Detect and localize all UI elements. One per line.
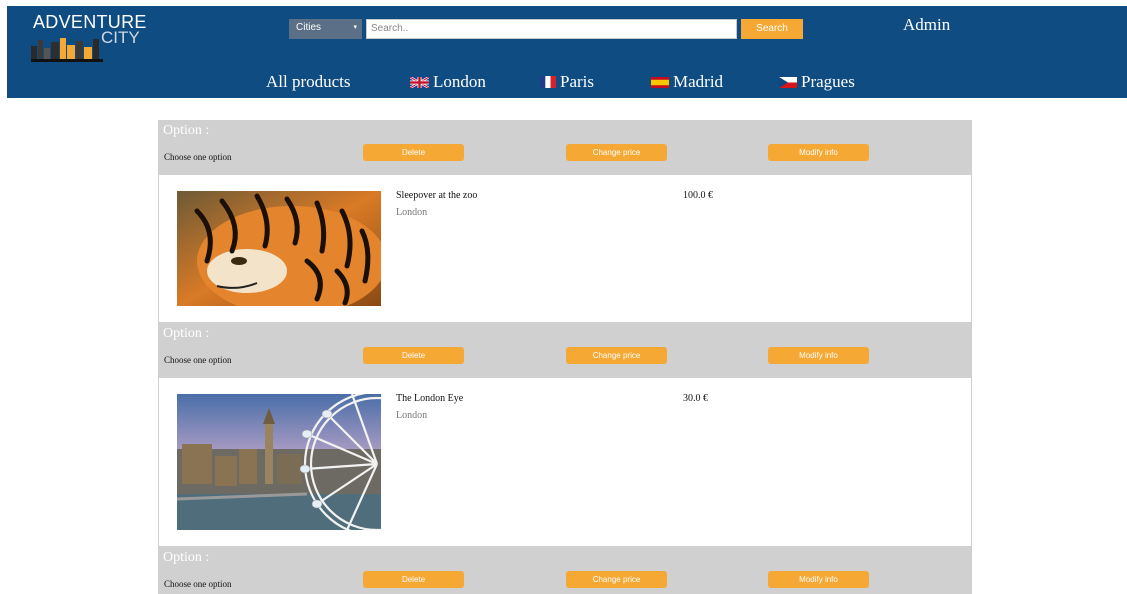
option-subtitle: Choose one option [164, 152, 232, 162]
option-subtitle: Choose one option [164, 579, 232, 589]
nav-item-london[interactable]: London [409, 72, 486, 92]
change-price-button[interactable]: Change price [566, 144, 667, 161]
option-subtitle: Choose one option [164, 355, 232, 365]
city-select-value: Cities [296, 22, 322, 33]
city-select[interactable]: Cities ▾ [289, 19, 362, 39]
option-title: Option : [163, 123, 210, 138]
product-price: 30.0 € [683, 393, 708, 404]
option-bar: Option : Choose one option Delete Change… [158, 120, 972, 175]
uk-flag-icon [409, 75, 430, 90]
product-card: The London Eye London 30.0 € [159, 378, 971, 546]
nav-item-label: Paris [560, 72, 594, 91]
delete-button[interactable]: Delete [363, 347, 464, 364]
product-price: 100.0 € [683, 190, 713, 201]
top-header: ADVENTURE CITY Cities ▾ Search.. Search … [7, 6, 1127, 98]
nav-item-label: Pragues [801, 72, 855, 91]
nav-item-all-products[interactable]: All products [266, 72, 351, 92]
option-bar: Option : Choose one option Delete Change… [158, 547, 972, 594]
nav-item-label: Madrid [673, 72, 724, 91]
city-skyline-logo-icon [31, 38, 103, 62]
modify-info-button[interactable]: Modify info [768, 347, 869, 364]
search-input-placeholder: Search.. [371, 23, 409, 34]
search-button[interactable]: Search [741, 19, 803, 39]
option-title: Option : [163, 550, 210, 565]
nav-item-label: London [433, 72, 486, 91]
product-name[interactable]: The London Eye [396, 393, 463, 404]
logo-text-city: CITY [101, 28, 140, 47]
spain-flag-icon [651, 77, 669, 88]
nav-item-madrid[interactable]: Madrid [651, 72, 723, 92]
product-city: London [396, 207, 428, 218]
modify-info-button[interactable]: Modify info [768, 144, 869, 161]
change-price-button[interactable]: Change price [566, 571, 667, 588]
option-bar: Option : Choose one option Delete Change… [158, 323, 972, 378]
modify-info-button[interactable]: Modify info [768, 571, 869, 588]
delete-button[interactable]: Delete [363, 144, 464, 161]
tiger-photo[interactable] [177, 191, 381, 306]
nav-item-label: All products [266, 72, 351, 91]
product-list: Option : Choose one option Delete Change… [158, 120, 972, 594]
search-input[interactable]: Search.. [366, 19, 737, 39]
chevron-down-icon: ▾ [353, 24, 357, 31]
czech-flag-icon [779, 77, 797, 88]
option-title: Option : [163, 326, 210, 341]
nav-item-pragues[interactable]: Pragues [779, 72, 855, 92]
product-card: Sleepover at the zoo London 100.0 € [159, 175, 971, 322]
change-price-button[interactable]: Change price [566, 347, 667, 364]
site-logo[interactable]: ADVENTURE CITY [31, 10, 171, 70]
delete-button[interactable]: Delete [363, 571, 464, 588]
product-name[interactable]: Sleepover at the zoo [396, 190, 477, 201]
admin-user-label[interactable]: Admin [903, 15, 950, 35]
product-city: London [396, 410, 428, 421]
france-flag-icon [540, 76, 556, 88]
london-eye-photo[interactable] [177, 394, 381, 530]
nav-item-paris[interactable]: Paris [540, 72, 594, 92]
